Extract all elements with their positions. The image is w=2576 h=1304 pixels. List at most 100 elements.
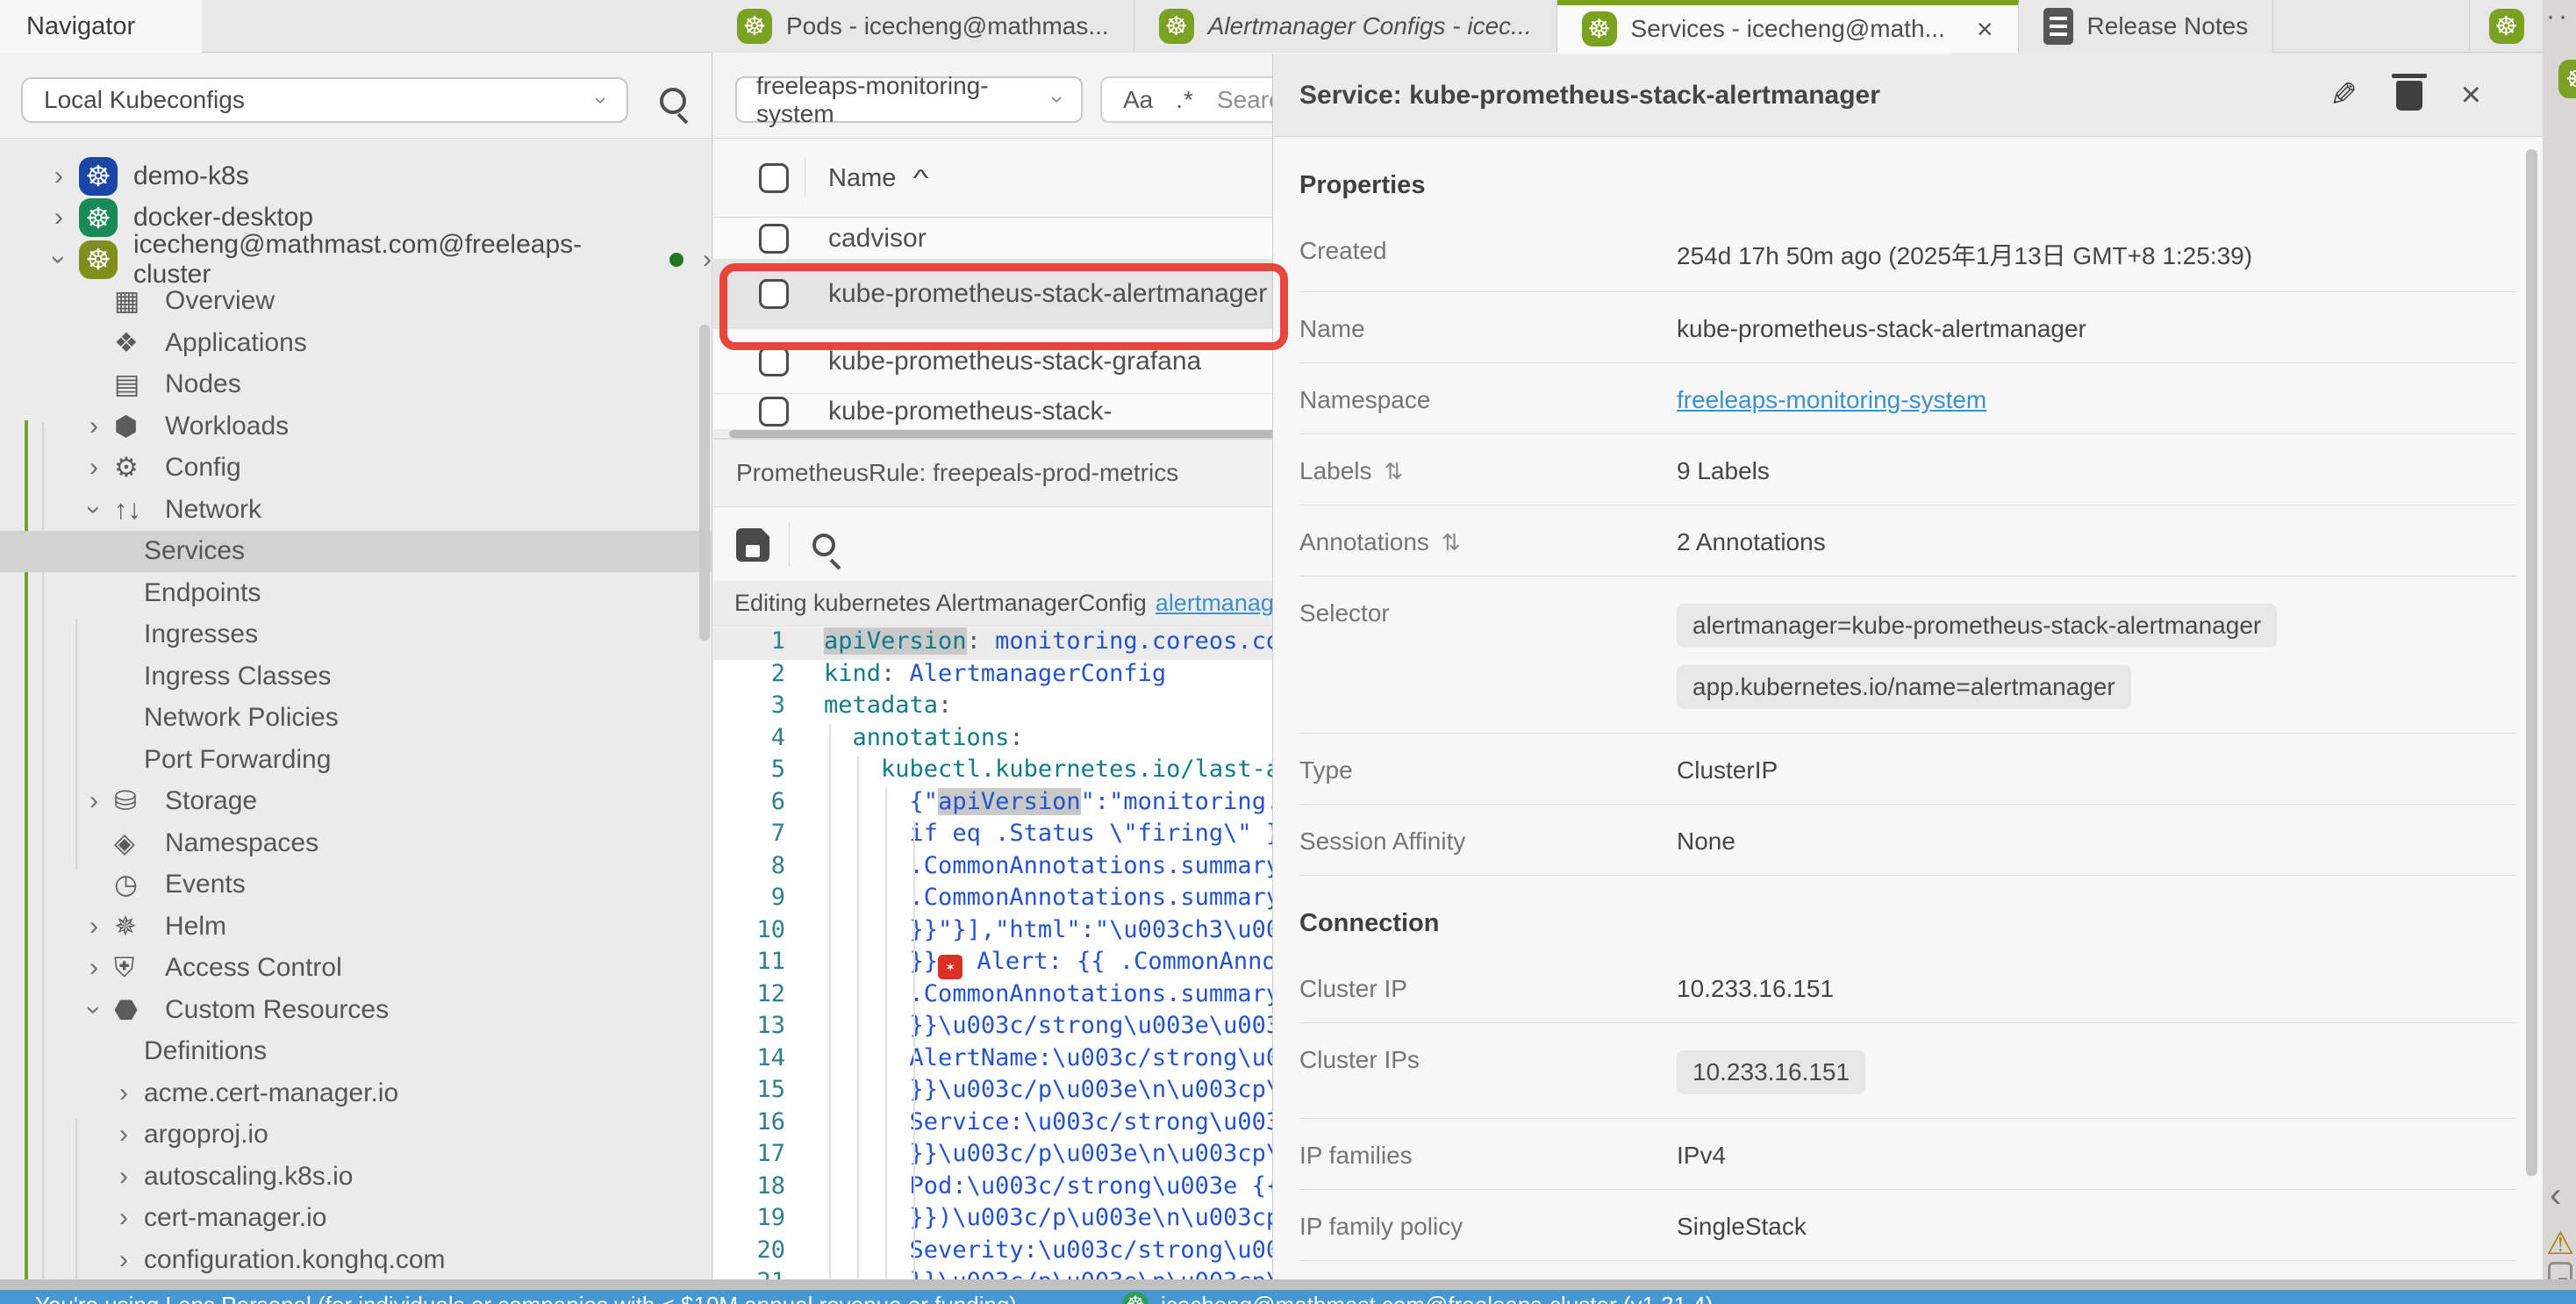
- sidebar-item-definitions[interactable]: Definitions: [0, 1031, 712, 1073]
- sidebar-item-custom-resources[interactable]: ›⬣Custom Resources: [0, 989, 712, 1031]
- chevron-right-icon[interactable]: ›: [74, 786, 114, 816]
- chevron-right-icon[interactable]: ›: [39, 203, 79, 233]
- sidebar-item-label: autoscaling.k8s.io: [144, 1162, 353, 1192]
- search-icon[interactable]: [812, 534, 835, 556]
- sidebar-item-demo-k8s[interactable]: ›☸demo-k8s: [0, 155, 712, 197]
- sidebar-item-network[interactable]: ›↑↓Network: [0, 489, 712, 531]
- sidebar-item-events[interactable]: ◷Events: [0, 864, 712, 906]
- chevron-down-icon[interactable]: ›: [74, 495, 114, 525]
- sidebar-item-port-forwarding[interactable]: Port Forwarding: [0, 739, 712, 781]
- sidebar-item-config[interactable]: ›⚙Config: [0, 448, 712, 490]
- name-column-header[interactable]: Name ^: [828, 164, 927, 193]
- sidebar-item-network-policies[interactable]: Network Policies: [0, 698, 712, 740]
- sidebar-item-ingress-classes[interactable]: Ingress Classes: [0, 656, 712, 698]
- sidebar-item-label: Ingress Classes: [144, 662, 331, 691]
- chevron-right-icon[interactable]: ›: [74, 453, 114, 483]
- document-icon: [2043, 8, 2073, 45]
- sidebar-item-cert-manager-io[interactable]: ›cert-manager.io: [0, 1198, 712, 1240]
- sort-toggle-icon[interactable]: ⇅: [1385, 458, 1404, 485]
- tab-pods-icecheng-mathmas-[interactable]: ☸Pods - icecheng@mathmas...: [712, 0, 1134, 53]
- edit-pencil-icon[interactable]: ✎: [2329, 75, 2358, 115]
- indent-guide: [829, 724, 831, 1279]
- chevron-right-icon[interactable]: ›: [703, 245, 712, 275]
- kubeconfig-select[interactable]: Local Kubeconfigs ›: [21, 77, 628, 123]
- indent-guide: [857, 756, 859, 1279]
- match-case-icon[interactable]: Aa: [1123, 86, 1153, 114]
- sidebar-item-applications[interactable]: ❖Applications: [0, 322, 712, 364]
- sidebar-item-access-control[interactable]: ›⛨Access Control: [0, 948, 712, 990]
- line-number: 7: [713, 820, 817, 852]
- sidebar-item-helm[interactable]: ›✵Helm: [0, 906, 712, 948]
- row-checkbox[interactable]: [759, 224, 789, 254]
- drawer-actions: ✎ ×: [2329, 75, 2481, 115]
- alarm-emoji: ✶: [938, 955, 962, 979]
- value-badge[interactable]: alertmanager=kube-prometheus-stack-alert…: [1677, 604, 2277, 648]
- namespace-select[interactable]: freeleaps-monitoring-system ›: [735, 76, 1083, 123]
- chevron-right-icon[interactable]: ›: [104, 1162, 144, 1192]
- save-icon[interactable]: [736, 528, 769, 562]
- chevron-down-icon[interactable]: ›: [74, 995, 114, 1025]
- select-all-checkbox[interactable]: [759, 163, 789, 193]
- close-icon[interactable]: ×: [2461, 75, 2481, 115]
- tab-services-icecheng-math-[interactable]: ☸Services - icecheng@math...×: [1557, 0, 2019, 53]
- sidebar-item-overview[interactable]: ▦Overview: [0, 281, 712, 323]
- namespace-link[interactable]: freeleaps-monitoring-system: [1677, 386, 1986, 413]
- indent-guide: [913, 820, 915, 1279]
- sidebar-item-configuration-konghq-com[interactable]: ›configuration.konghq.com: [0, 1239, 712, 1279]
- sidebar-item-argoproj-io[interactable]: ›argoproj.io: [0, 1114, 712, 1157]
- chevron-right-icon[interactable]: ›: [74, 412, 114, 441]
- sidebar-item-nodes[interactable]: ▤Nodes: [0, 364, 712, 406]
- sidebar-item-acme-cert-manager-io[interactable]: ›acme.cert-manager.io: [0, 1072, 712, 1114]
- sidebar-item-storage[interactable]: ›⛁Storage: [0, 781, 712, 823]
- value-badge[interactable]: app.kubernetes.io/name=alertmanager: [1677, 665, 2131, 709]
- document-tabs: ☸Pods - icecheng@mathmas...☸Alertmanager…: [712, 0, 2273, 53]
- chevron-right-icon[interactable]: ›: [74, 953, 114, 983]
- new-tab-area[interactable]: ☸: [2469, 0, 2543, 53]
- sidebar-item-label: Network: [165, 495, 261, 525]
- chevron-right-icon[interactable]: ›: [74, 912, 114, 942]
- sidebar-item-autoscaling-k8s-io[interactable]: ›autoscaling.k8s.io: [0, 1156, 712, 1198]
- navigator-search-button[interactable]: [660, 88, 686, 118]
- tab-alertmanager-configs-ice[interactable]: ☸Alertmanager Configs - icec...: [1134, 0, 1557, 53]
- sidebar-item-endpoints[interactable]: Endpoints: [0, 572, 712, 614]
- sidebar-item-workloads[interactable]: ›⬢Workloads: [0, 405, 712, 448]
- close-icon[interactable]: ×: [1977, 13, 1993, 46]
- detail-label: Session Affinity: [1299, 824, 1677, 856]
- row-checkbox[interactable]: [759, 279, 789, 309]
- chevron-right-icon[interactable]: ›: [39, 161, 79, 191]
- kubernetes-icon: ☸: [2558, 60, 2576, 98]
- detail-label: Cluster IPs: [1299, 1042, 1677, 1074]
- drawer-scrollbar[interactable]: [2526, 149, 2537, 1176]
- chevron-left-icon[interactable]: ‹: [2550, 1176, 2561, 1215]
- sidebar-scrollbar[interactable]: [699, 325, 710, 641]
- line-content: Severity:\u003c/strong\u003e: [817, 1236, 1323, 1269]
- sidebar-item-label: Ingresses: [144, 620, 258, 649]
- value-badge[interactable]: 10.233.16.151: [1677, 1050, 1865, 1094]
- detail-row-cluster-ips: Cluster IPs10.233.16.151: [1299, 1023, 2516, 1119]
- overview-icon: ▦: [114, 285, 165, 317]
- chevron-right-icon[interactable]: ›: [104, 1078, 144, 1108]
- indent-guide: [885, 788, 887, 1279]
- sidebar-item-label: Overview: [165, 286, 275, 316]
- detail-row-created: Created254d 17h 50m ago (2025年1月13日 GMT+…: [1299, 214, 2516, 292]
- warning-icon[interactable]: ⚠: [2546, 1225, 2574, 1262]
- row-checkbox[interactable]: [759, 397, 789, 426]
- sidebar-item-namespaces[interactable]: ◈Namespaces: [0, 822, 712, 864]
- tab-label: Services - icecheng@math...: [1631, 15, 1945, 43]
- chevron-right-icon[interactable]: ›: [104, 1203, 144, 1233]
- sidebar-item-ingresses[interactable]: Ingresses: [0, 614, 712, 656]
- active-cluster-text[interactable]: icecheng@mathmast.com@freeleaps-cluster …: [1161, 1292, 1713, 1304]
- sidebar-item-services[interactable]: Services: [0, 531, 712, 573]
- chevron-right-icon[interactable]: ›: [104, 1120, 144, 1150]
- chevron-right-icon[interactable]: ›: [104, 1245, 144, 1275]
- sort-toggle-icon[interactable]: ⇅: [1442, 529, 1461, 556]
- sidebar-item-icecheng-mathmast-com-freeleap[interactable]: ›☸icecheng@mathmast.com@freeleaps-cluste…: [0, 239, 712, 281]
- line-content: }}"}],"html":"\u003ch3\u003e\u: [817, 916, 1337, 949]
- chevron-down-icon[interactable]: ›: [39, 245, 79, 275]
- row-checkbox[interactable]: [759, 347, 789, 376]
- tab-release-notes[interactable]: Release Notes: [2019, 0, 2274, 53]
- delete-trash-icon[interactable]: [2396, 81, 2422, 111]
- line-number: 12: [713, 980, 817, 1013]
- detail-label: Created: [1299, 233, 1677, 265]
- regex-icon[interactable]: .*: [1176, 86, 1194, 114]
